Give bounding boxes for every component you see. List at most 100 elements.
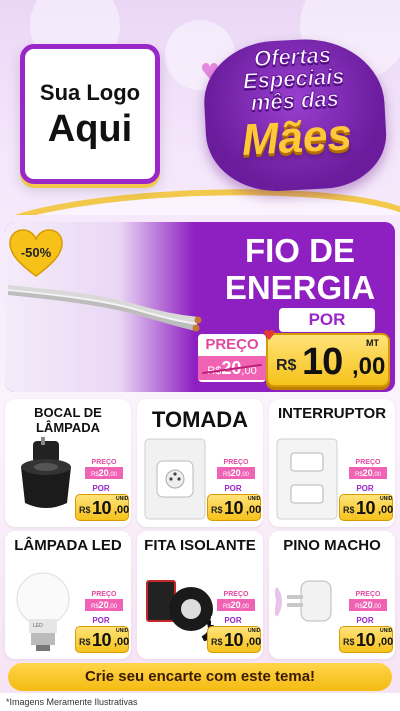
currency: R$	[343, 505, 355, 515]
price-int: 10	[356, 498, 376, 518]
price-int: 10	[92, 630, 112, 650]
hero-title-line2: ENERGIA	[224, 269, 376, 306]
price-unit: UNID	[116, 496, 129, 502]
product-name: PINO MACHO	[283, 537, 381, 554]
product-card[interactable]: TOMADA PREÇO R$20,00 POR R$ 10 ,00 UNID	[137, 399, 263, 527]
old-price-dec: ,00	[240, 472, 250, 478]
old-price: R$20,00	[217, 467, 255, 479]
price-unit: MT	[366, 338, 379, 348]
currency: R$	[79, 505, 91, 515]
price-unit: UNID	[116, 628, 129, 634]
price-unit: UNID	[248, 496, 261, 502]
cta-button[interactable]: Crie seu encarte com este tema!	[8, 663, 392, 691]
old-price: R$20,00	[85, 467, 123, 479]
por-label: POR	[343, 484, 387, 493]
old-price-box: PREÇO R$20,00	[349, 459, 387, 481]
price-int: 10	[224, 498, 244, 518]
footer-disclaimer: *Imagens Meramente Ilustrativas	[0, 693, 400, 711]
price-dec: ,00	[114, 636, 130, 648]
old-price-int: 20	[362, 600, 373, 610]
product-card[interactable]: PINO MACHO PREÇO R$20,00 POR R$ 10 ,00 U…	[269, 531, 395, 659]
price-int: 10	[356, 630, 376, 650]
product-card[interactable]: INTERRUPTOR PREÇO R$20,00 POR R$ 10 ,00 …	[269, 399, 395, 527]
old-price-dec: ,00	[108, 604, 118, 610]
preco-label: PREÇO	[349, 459, 387, 466]
price-dec: ,00	[246, 504, 262, 516]
price-dec: ,00	[246, 636, 262, 648]
por-label: POR	[211, 484, 255, 493]
old-price-int: 20	[230, 468, 241, 478]
title-text: Ofertas Especiais mês das Mães	[202, 41, 388, 166]
old-price-box: PREÇO R$20,00	[217, 459, 255, 481]
hero-old-price: PREÇO R$20,00	[198, 334, 266, 382]
product-name: FITA ISOLANTE	[144, 537, 256, 554]
currency: R$	[276, 357, 297, 374]
price-int: 10	[224, 630, 244, 650]
hero-title-line1: FIO DE	[244, 232, 355, 269]
old-currency: R$	[222, 604, 231, 610]
logo-line2: Aqui	[47, 108, 133, 150]
product-card[interactable]: FITA ISOLANTE PREÇO R$20,00 POR R$ 10 ,0…	[137, 531, 263, 659]
por-label: POR	[211, 616, 255, 625]
price-tag: R$ 10 ,00 UNID	[75, 626, 129, 653]
old-currency: R$	[90, 604, 99, 610]
old-currency: R$	[354, 604, 363, 610]
logo-placeholder[interactable]: Sua Logo Aqui	[20, 44, 160, 184]
price-unit: UNID	[380, 496, 393, 502]
hero-price-tag: ♥ R$ 10 ,00 MT	[263, 328, 390, 387]
por-label: POR	[79, 484, 123, 493]
price-tag: R$ 10 ,00 UNID	[75, 494, 129, 521]
price-tag: R$ 10 ,00 UNID	[207, 494, 261, 521]
product-card[interactable]: BOCAL DE LÂMPADA PREÇO R$20,00 POR R$ 10…	[5, 399, 131, 527]
old-price: R$20,00	[349, 599, 387, 611]
currency: R$	[211, 637, 223, 647]
old-price-dec: ,00	[108, 472, 118, 478]
currency: R$	[79, 637, 91, 647]
product-name: LÂMPADA LED	[14, 537, 122, 554]
led-bulb-image: LED	[11, 569, 81, 657]
price-tag: R$ 10 ,00 UNID	[339, 626, 393, 653]
old-price: R$20,00	[349, 467, 387, 479]
price-int: 10	[92, 498, 112, 518]
product-name: TOMADA	[151, 407, 249, 432]
heart-icon: ♥	[263, 328, 276, 344]
socket-base-image	[11, 437, 81, 521]
currency: R$	[343, 637, 355, 647]
discount-badge: -50%	[9, 229, 63, 279]
discount-label: -50%	[20, 244, 52, 260]
switch-image	[275, 437, 341, 525]
price-int: 10	[302, 341, 343, 383]
price-dec: ,00	[352, 353, 386, 380]
old-price-int: 20	[230, 600, 241, 610]
por-label: POR	[343, 616, 387, 625]
preco-label: PREÇO	[85, 591, 123, 598]
product-name: INTERRUPTOR	[277, 405, 387, 422]
old-price-box: PREÇO R$20,00	[85, 459, 123, 481]
product-card[interactable]: LÂMPADA LED LED PREÇO R$20,00 POR R$ 10 …	[5, 531, 131, 659]
price-dec: ,00	[378, 504, 394, 516]
old-price-int: 20	[98, 468, 109, 478]
old-price: R$20,00	[85, 599, 123, 611]
tape-image	[143, 569, 217, 645]
logo-line1: Sua Logo	[39, 80, 141, 105]
price-unit: UNID	[380, 628, 393, 634]
hero-por-label: POR	[279, 308, 375, 332]
title-line4: Mães	[240, 110, 353, 165]
currency: R$	[211, 505, 223, 515]
price-tag: R$ 10 ,00 UNID	[207, 626, 261, 653]
preco-label: PREÇO	[85, 459, 123, 466]
hero-product-title: FIO DE ENERGIA	[210, 232, 390, 306]
old-price-box: PREÇO R$20,00	[85, 591, 123, 613]
preco-label: PREÇO	[205, 336, 259, 353]
price-dec: ,00	[114, 504, 130, 516]
old-currency: R$	[222, 472, 231, 478]
price-dec: ,00	[378, 636, 394, 648]
preco-label: PREÇO	[349, 591, 387, 598]
plug-image	[272, 569, 345, 643]
price-tag: R$ 10 ,00 UNID	[339, 494, 393, 521]
old-currency: R$	[354, 472, 363, 478]
old-price-int: 20	[362, 468, 373, 478]
old-currency: R$	[90, 472, 99, 478]
old-price-dec: ,00	[372, 604, 382, 610]
preco-label: PREÇO	[217, 591, 255, 598]
